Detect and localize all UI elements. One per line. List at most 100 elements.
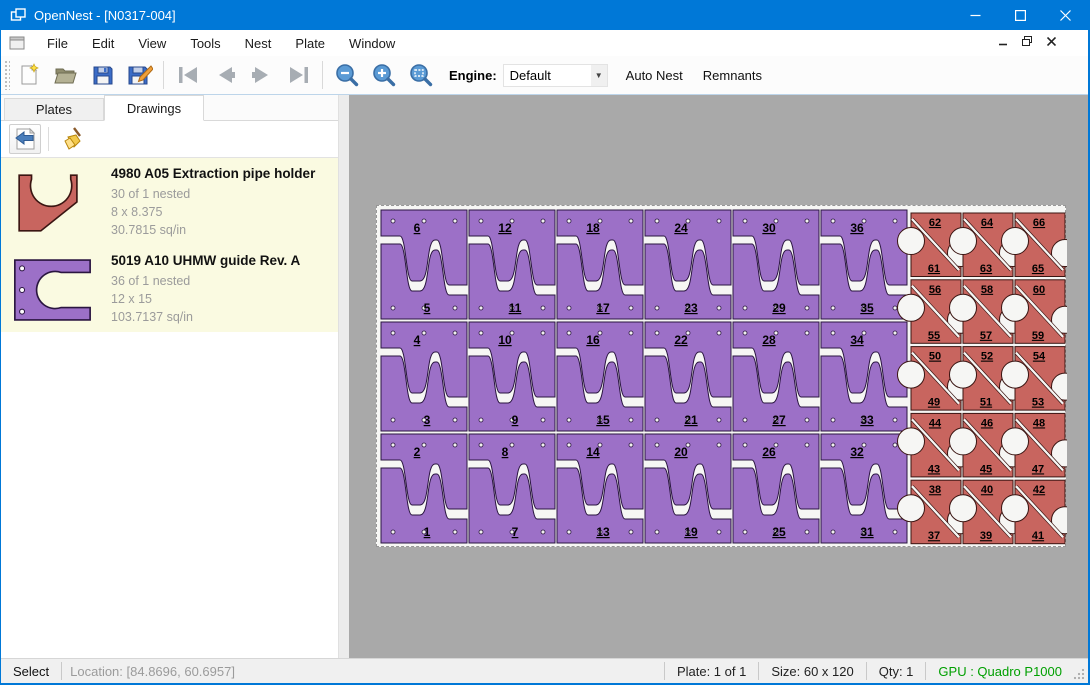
- part-thumbnail-purple: [11, 253, 111, 326]
- purple-part-pair[interactable]: 2827: [733, 322, 819, 431]
- purple-part-pair[interactable]: 21: [381, 434, 467, 543]
- part-title: 5019 A10 UHMW guide Rev. A: [111, 253, 300, 268]
- left-panel: Plates Drawings: [1, 95, 338, 658]
- panel-tabstrip: Plates Drawings: [1, 95, 338, 121]
- drawings-list: 4980 A05 Extraction pipe holder 30 of 1 …: [1, 158, 338, 332]
- status-right-group: Plate: 1 of 1 Size: 60 x 120 Qty: 1 GPU …: [656, 661, 1088, 681]
- menu-edit[interactable]: Edit: [80, 32, 126, 55]
- zoom-in-button[interactable]: [365, 59, 402, 91]
- purple-part-pair[interactable]: 1817: [557, 210, 643, 319]
- panel-splitter[interactable]: [338, 95, 349, 658]
- part-number: 21: [684, 413, 698, 427]
- chevron-down-icon[interactable]: ▼: [591, 65, 607, 86]
- part-number: 8: [502, 445, 509, 459]
- status-separator: [866, 662, 867, 680]
- part-thumbnail-red: [11, 166, 111, 239]
- purple-part-pair[interactable]: 3029: [733, 210, 819, 319]
- drawings-toolbar: [1, 121, 338, 158]
- menu-window[interactable]: Window: [337, 32, 407, 55]
- purple-part-pair[interactable]: 2221: [645, 322, 731, 431]
- purple-part-pair[interactable]: 2423: [645, 210, 731, 319]
- mdi-close-button[interactable]: [1042, 32, 1060, 50]
- mdi-minimize-icon: [999, 37, 1008, 46]
- part-number: 20: [674, 445, 688, 459]
- zoom-fit-button[interactable]: [402, 59, 439, 91]
- minimize-button[interactable]: [953, 0, 998, 30]
- part-nested: 36 of 1 nested: [111, 272, 300, 290]
- part-meta: 4980 A05 Extraction pipe holder 30 of 1 …: [111, 166, 315, 239]
- menu-view[interactable]: View: [126, 32, 178, 55]
- maximize-button[interactable]: [998, 0, 1043, 30]
- menu-plate[interactable]: Plate: [283, 32, 337, 55]
- part-number: 15: [596, 413, 610, 427]
- part-number: 16: [586, 333, 600, 347]
- mdi-close-icon: [1047, 37, 1056, 46]
- purple-part-pair[interactable]: 1615: [557, 322, 643, 431]
- part-number: 64: [981, 217, 994, 229]
- purple-part-pair[interactable]: 3635: [821, 210, 907, 319]
- zoom-out-button[interactable]: [328, 59, 365, 91]
- purple-part-pair[interactable]: 3231: [821, 434, 907, 543]
- import-arrow-icon: [13, 127, 37, 151]
- list-item[interactable]: 5019 A10 UHMW guide Rev. A 36 of 1 neste…: [1, 245, 338, 332]
- purple-part-pair[interactable]: 43: [381, 322, 467, 431]
- list-item[interactable]: 4980 A05 Extraction pipe holder 30 of 1 …: [1, 158, 338, 245]
- purple-part-pair[interactable]: 3433: [821, 322, 907, 431]
- purple-part-pair[interactable]: 1413: [557, 434, 643, 543]
- part-number: 58: [981, 284, 993, 296]
- part-number: 1: [424, 525, 431, 539]
- first-plate-button[interactable]: [169, 59, 206, 91]
- previous-plate-button[interactable]: [206, 59, 243, 91]
- minimize-icon: [970, 10, 981, 21]
- tab-drawings[interactable]: Drawings: [104, 95, 204, 121]
- last-plate-button[interactable]: [280, 59, 317, 91]
- auto-nest-button[interactable]: Auto Nest: [616, 62, 693, 89]
- part-number: 27: [772, 413, 786, 427]
- part-number: 13: [596, 525, 610, 539]
- menu-tools[interactable]: Tools: [178, 32, 232, 55]
- mdi-minimize-button[interactable]: [994, 32, 1012, 50]
- next-plate-button[interactable]: [243, 59, 280, 91]
- save-as-button[interactable]: [121, 59, 158, 91]
- resize-grip-icon[interactable]: [1072, 661, 1086, 681]
- title-bar: OpenNest - [N0317-004]: [1, 0, 1088, 30]
- close-button[interactable]: [1043, 0, 1088, 30]
- new-button[interactable]: [10, 59, 47, 91]
- save-icon: [91, 63, 115, 87]
- part-number: 51: [980, 397, 992, 409]
- app-window: OpenNest - [N0317-004] File Edit View To…: [0, 0, 1090, 685]
- plate[interactable]: 6543211211109871817161514132423222120193…: [376, 205, 1066, 547]
- purple-part-pair[interactable]: 65: [381, 210, 467, 319]
- part-number: 55: [928, 330, 940, 342]
- part-area: 30.7815 sq/in: [111, 221, 315, 239]
- zoom-out-icon: [335, 63, 359, 87]
- purple-part-pair[interactable]: 87: [469, 434, 555, 543]
- part-number: 36: [850, 221, 864, 235]
- previous-arrow-icon: [213, 65, 237, 85]
- open-button[interactable]: [47, 59, 84, 91]
- menu-file[interactable]: File: [35, 32, 80, 55]
- nest-canvas[interactable]: 6543211211109871817161514132423222120193…: [349, 95, 1088, 658]
- purple-part-pair[interactable]: 1211: [469, 210, 555, 319]
- part-area: 103.7137 sq/in: [111, 308, 300, 326]
- mdi-restore-button[interactable]: [1018, 32, 1036, 50]
- purple-part-pair[interactable]: 2019: [645, 434, 731, 543]
- part-number: 25: [772, 525, 786, 539]
- purple-part-pair[interactable]: 2625: [733, 434, 819, 543]
- window-title: OpenNest - [N0317-004]: [34, 8, 176, 23]
- status-separator: [61, 662, 62, 680]
- part-number: 42: [1033, 484, 1045, 496]
- mdi-document-icon[interactable]: [9, 36, 25, 50]
- panel-toolbar-separator: [48, 127, 49, 151]
- part-meta: 5019 A10 UHMW guide Rev. A 36 of 1 neste…: [111, 253, 300, 326]
- tab-plates[interactable]: Plates: [4, 98, 104, 120]
- import-drawing-button[interactable]: [9, 124, 41, 154]
- app-icon: [10, 7, 26, 23]
- menu-nest[interactable]: Nest: [233, 32, 284, 55]
- toolbar-separator: [322, 61, 323, 89]
- remnants-button[interactable]: Remnants: [693, 62, 772, 89]
- engine-combobox[interactable]: Default ▼: [503, 64, 608, 87]
- clear-drawings-button[interactable]: [56, 124, 88, 154]
- save-button[interactable]: [84, 59, 121, 91]
- purple-part-pair[interactable]: 109: [469, 322, 555, 431]
